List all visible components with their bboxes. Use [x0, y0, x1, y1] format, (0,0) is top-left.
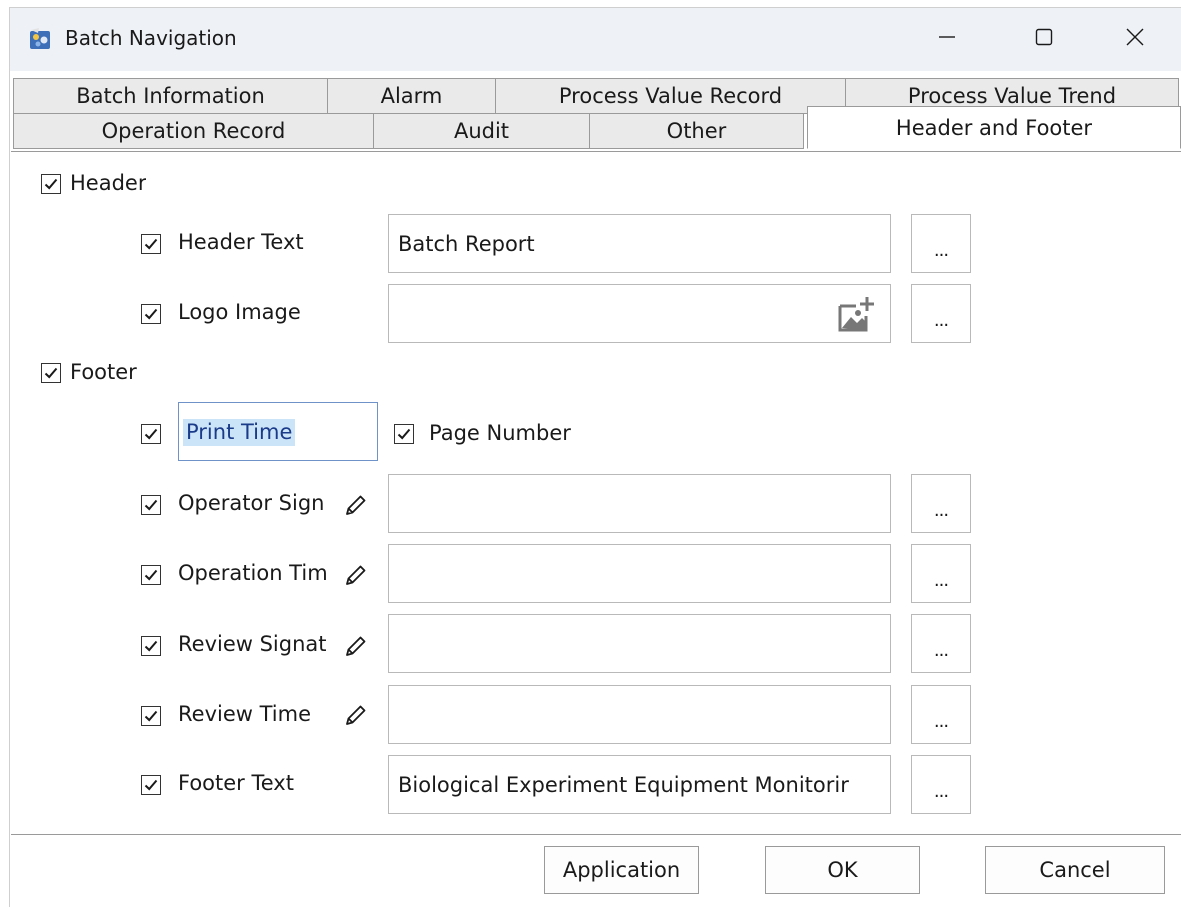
- page-number-checkbox[interactable]: [394, 424, 414, 444]
- footer-text-input[interactable]: Biological Experiment Equipment Monitori…: [388, 755, 891, 814]
- header-label: Header: [70, 171, 147, 195]
- review-signature-label: Review Signat: [178, 632, 327, 656]
- tab-process-value-record[interactable]: Process Value Record: [495, 78, 846, 114]
- tab-batch-information[interactable]: Batch Information: [13, 78, 328, 114]
- print-time-label[interactable]: Print Time: [183, 419, 296, 446]
- operation-time-label: Operation Tim: [178, 561, 328, 585]
- operator-sign-input[interactable]: [388, 474, 891, 533]
- minimize-icon: [937, 27, 957, 52]
- pencil-icon[interactable]: [342, 563, 368, 589]
- tab-other[interactable]: Other: [589, 113, 804, 149]
- footer-label: Footer: [70, 360, 137, 384]
- operator-sign-checkbox[interactable]: [141, 495, 161, 515]
- footer-text-checkbox[interactable]: [141, 775, 161, 795]
- logo-image-checkbox[interactable]: [141, 304, 161, 324]
- window-title: Batch Navigation: [65, 26, 237, 50]
- batch-navigation-window: Batch Navigation Batch Information Alarm…: [9, 7, 1181, 907]
- ok-button[interactable]: OK: [765, 846, 920, 894]
- review-time-label: Review Time: [178, 702, 311, 726]
- footer-checkbox[interactable]: [41, 363, 61, 383]
- tab-header-and-footer[interactable]: Header and Footer: [807, 106, 1181, 149]
- operator-sign-browse-button[interactable]: ...: [911, 474, 971, 533]
- tab-alarm[interactable]: Alarm: [327, 78, 496, 114]
- maximize-icon: [1034, 27, 1054, 52]
- operation-time-browse-button[interactable]: ...: [911, 544, 971, 603]
- logo-image-label: Logo Image: [178, 300, 301, 324]
- header-text-browse-button[interactable]: ...: [911, 214, 971, 273]
- application-button[interactable]: Application: [544, 846, 699, 894]
- header-checkbox[interactable]: [41, 174, 61, 194]
- title-bar[interactable]: Batch Navigation: [10, 8, 1181, 71]
- logo-image-input[interactable]: [388, 284, 891, 343]
- operation-time-input[interactable]: [388, 544, 891, 603]
- close-icon: [1125, 27, 1145, 52]
- pencil-icon[interactable]: [342, 493, 368, 519]
- header-text-input[interactable]: Batch Report: [388, 214, 891, 273]
- page-number-label: Page Number: [429, 421, 571, 445]
- pencil-icon[interactable]: [342, 634, 368, 660]
- minimize-button[interactable]: [924, 18, 970, 60]
- tab-operation-record[interactable]: Operation Record: [13, 113, 374, 149]
- review-signature-input[interactable]: [388, 614, 891, 673]
- review-signature-browse-button[interactable]: ...: [911, 614, 971, 673]
- logo-image-browse-button[interactable]: ...: [911, 284, 971, 343]
- maximize-button[interactable]: [1021, 18, 1067, 60]
- review-time-browse-button[interactable]: ...: [911, 685, 971, 744]
- operator-sign-label: Operator Sign: [178, 491, 325, 515]
- header-text-label: Header Text: [178, 230, 304, 254]
- review-signature-checkbox[interactable]: [141, 636, 161, 656]
- close-button[interactable]: [1112, 18, 1158, 60]
- footer-text-label: Footer Text: [178, 771, 294, 795]
- pencil-icon[interactable]: [342, 703, 368, 729]
- header-text-checkbox[interactable]: [141, 234, 161, 254]
- tab-audit[interactable]: Audit: [373, 113, 590, 149]
- operation-time-checkbox[interactable]: [141, 565, 161, 585]
- cancel-button[interactable]: Cancel: [985, 846, 1165, 894]
- review-time-input[interactable]: [388, 685, 891, 744]
- batch-app-icon: [27, 26, 54, 53]
- print-time-label-editor[interactable]: Print Time: [178, 402, 378, 461]
- print-time-checkbox[interactable]: [141, 424, 161, 444]
- footer-text-browse-button[interactable]: ...: [911, 755, 971, 814]
- add-image-icon[interactable]: [836, 294, 876, 334]
- review-time-checkbox[interactable]: [141, 706, 161, 726]
